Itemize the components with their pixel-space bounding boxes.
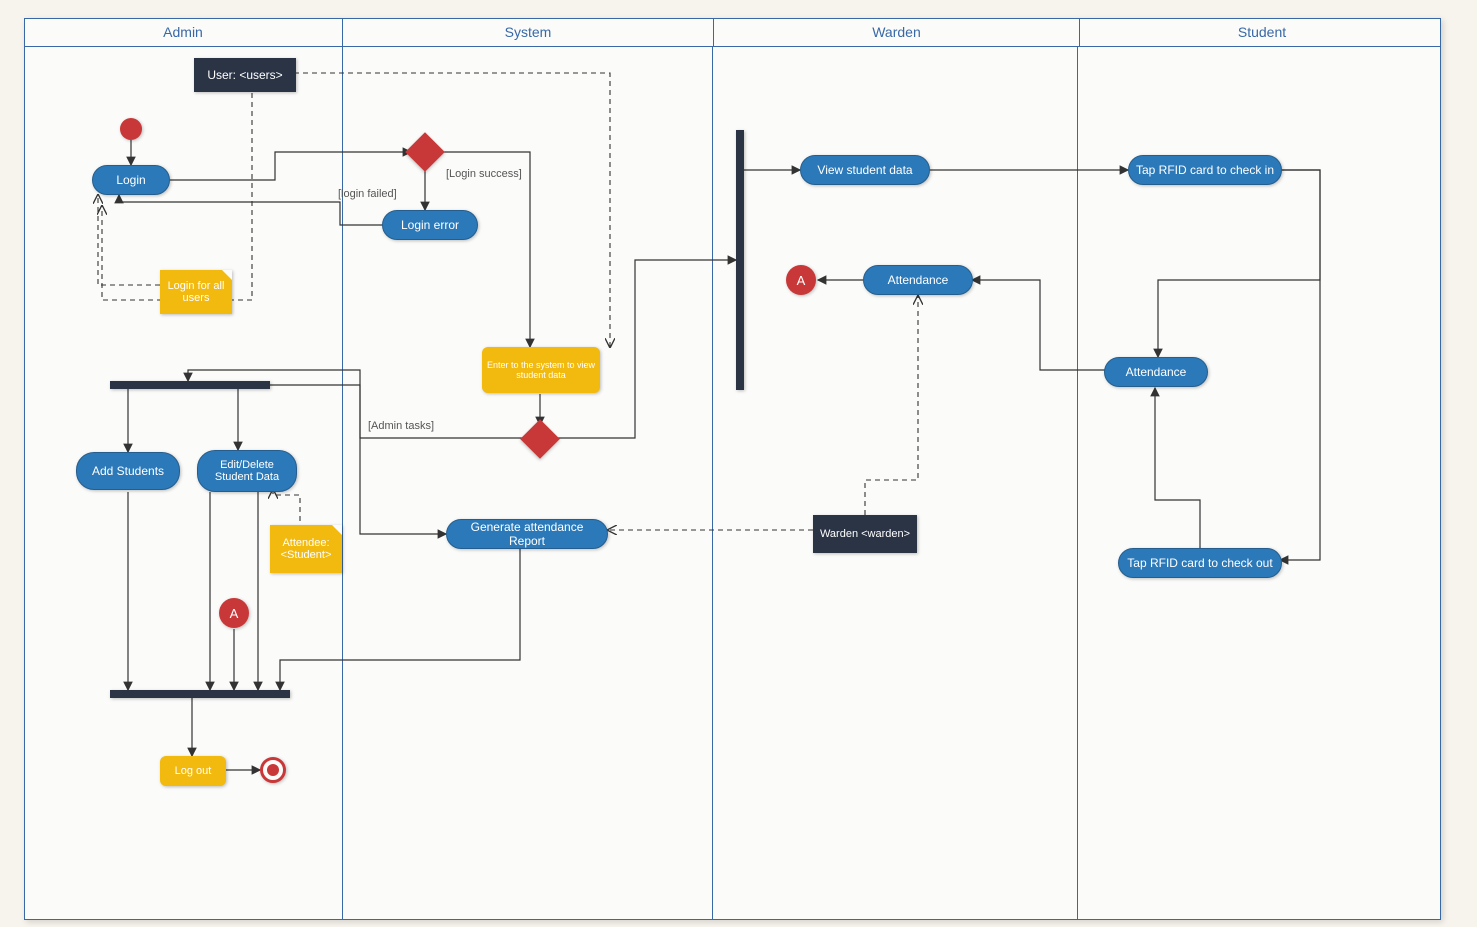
join-bar: [110, 690, 290, 698]
activity-generate-report: Generate attendance Report: [446, 519, 608, 549]
activity-attendance-student: Attendance: [1104, 357, 1208, 387]
lane-header-student: Student: [1080, 18, 1444, 46]
note-login-all-users: Login for all users: [160, 270, 232, 314]
activity-view-student-data: View student data: [800, 155, 930, 185]
note-attendee: Attendee: <Student>: [270, 525, 342, 573]
initial-node: [120, 118, 142, 140]
guard-login-failed: [login failed]: [338, 188, 397, 200]
lane-header-system: System: [343, 18, 714, 46]
lane-header-warden: Warden: [714, 18, 1080, 46]
object-warden: Warden <warden>: [813, 515, 917, 553]
activity-tap-rfid-checkout: Tap RFID card to check out: [1118, 548, 1282, 578]
connector-a-warden: A: [786, 265, 816, 295]
activity-attendance-warden: Attendance: [863, 265, 973, 295]
lane-header-admin: Admin: [24, 18, 343, 46]
guard-login-success: [Login success]: [446, 168, 522, 180]
activity-add-students: Add Students: [76, 452, 180, 490]
fork-bar-vertical: [736, 130, 744, 390]
final-node: [260, 757, 286, 783]
fork-bar: [110, 381, 270, 389]
activity-enter-system: Enter to the system to view student data: [482, 347, 600, 393]
activity-edit-students: Edit/Delete Student Data: [197, 450, 297, 492]
lane-divider-1: [342, 46, 343, 920]
activity-login: Login: [92, 165, 170, 195]
activity-tap-rfid-checkin: Tap RFID card to check in: [1128, 155, 1282, 185]
lane-divider-2: [712, 46, 713, 920]
lane-headers: Admin System Warden Student: [24, 18, 1441, 47]
connector-a-admin: A: [219, 598, 249, 628]
guard-admin-tasks: [Admin tasks]: [368, 420, 434, 432]
activity-logout: Log out: [160, 756, 226, 786]
object-user: User: <users>: [194, 58, 296, 92]
activity-login-error: Login error: [382, 210, 478, 240]
lane-divider-3: [1077, 46, 1078, 920]
